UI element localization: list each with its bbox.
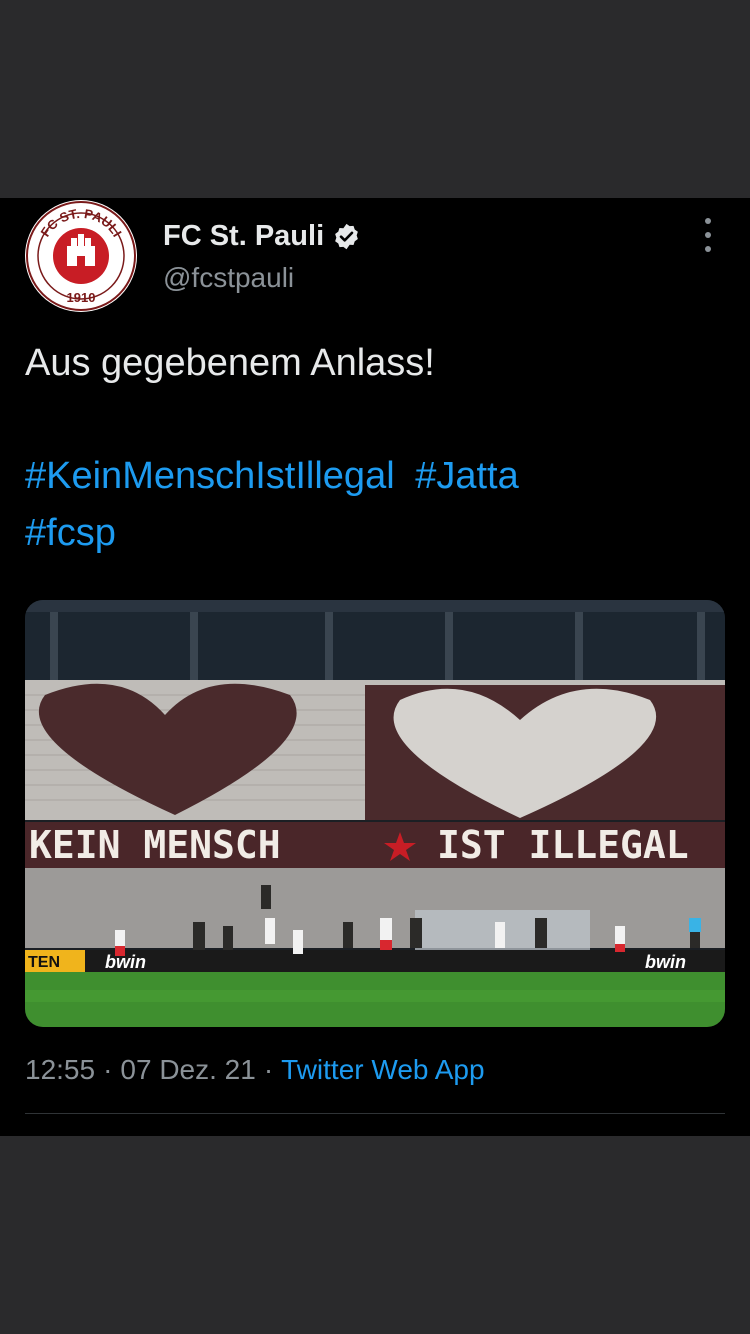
ad-board-left: TEN <box>28 954 60 971</box>
separator: · <box>263 1054 274 1085</box>
author-handle[interactable]: @fcstpauli <box>163 262 294 294</box>
tweet-date[interactable]: 07 Dez. 21 <box>120 1054 255 1086</box>
author-row[interactable]: FC St. Pauli <box>163 216 361 256</box>
tweet-time[interactable]: 12:55 <box>25 1054 95 1086</box>
top-frame <box>0 0 750 198</box>
hashtag-link[interactable]: #fcsp <box>25 512 116 554</box>
tweet-source-link[interactable]: Twitter Web App <box>281 1054 484 1086</box>
banner-text-left: KEIN MENSCH <box>29 823 281 867</box>
tweet-photo[interactable]: KEIN MENSCH IST ILLEGAL TEN bwin bwin <box>25 600 725 1027</box>
divider <box>25 1113 725 1114</box>
hashtag-link[interactable]: #KeinMenschIstIllegal <box>25 455 395 497</box>
verified-badge-icon <box>335 223 358 249</box>
more-options-icon[interactable] <box>696 218 720 252</box>
tweet-text: Aus gegebenem Anlass! <box>25 342 435 384</box>
hashtag-link[interactable]: #Jatta <box>415 455 519 497</box>
bottom-frame <box>0 1136 750 1334</box>
avatar-year-text: 1910 <box>67 290 96 305</box>
avatar[interactable]: FC ST. PAULI 1910 <box>25 200 137 312</box>
tweet-card[interactable]: FC ST. PAULI 1910 FC St. Pauli @fcstpaul… <box>0 198 750 1136</box>
banner-text-right: IST ILLEGAL <box>437 823 689 867</box>
tweet-meta: 12:55 · 07 Dez. 21 · Twitter Web App <box>25 1054 485 1086</box>
author-name[interactable]: FC St. Pauli <box>163 220 324 253</box>
hashtags: #KeinMenschIstIllegal #Jatta #fcsp <box>25 448 725 562</box>
separator: · <box>103 1054 113 1085</box>
ad-board-text: bwin <box>105 952 146 972</box>
ad-board-text: bwin <box>645 952 686 972</box>
